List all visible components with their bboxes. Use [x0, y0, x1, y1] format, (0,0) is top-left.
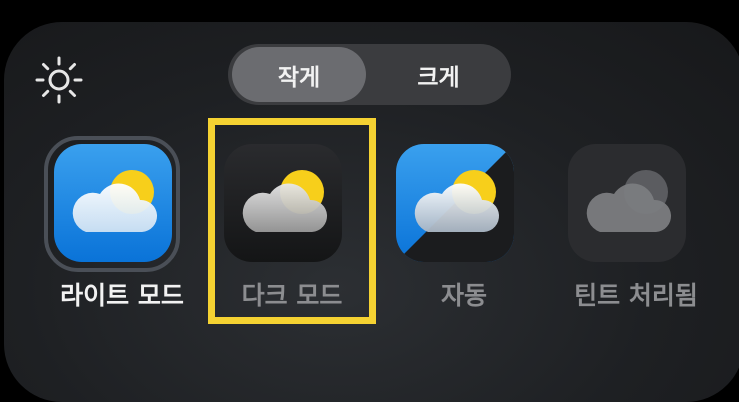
icon-size-segmented-control: 작게 크게	[228, 44, 511, 105]
weather-tinted-icon	[568, 144, 686, 262]
size-option-small[interactable]: 작게	[232, 47, 366, 102]
appearance-option-label: 틴트 처리됨	[574, 281, 698, 310]
weather-auto-icon	[396, 144, 514, 262]
size-option-large[interactable]: 크게	[370, 47, 507, 102]
sun-icon	[35, 56, 83, 104]
brightness-button[interactable]	[34, 55, 84, 105]
weather-light-icon	[54, 144, 172, 262]
highlight-box	[208, 118, 376, 324]
appearance-option-label: 자동	[440, 281, 487, 310]
